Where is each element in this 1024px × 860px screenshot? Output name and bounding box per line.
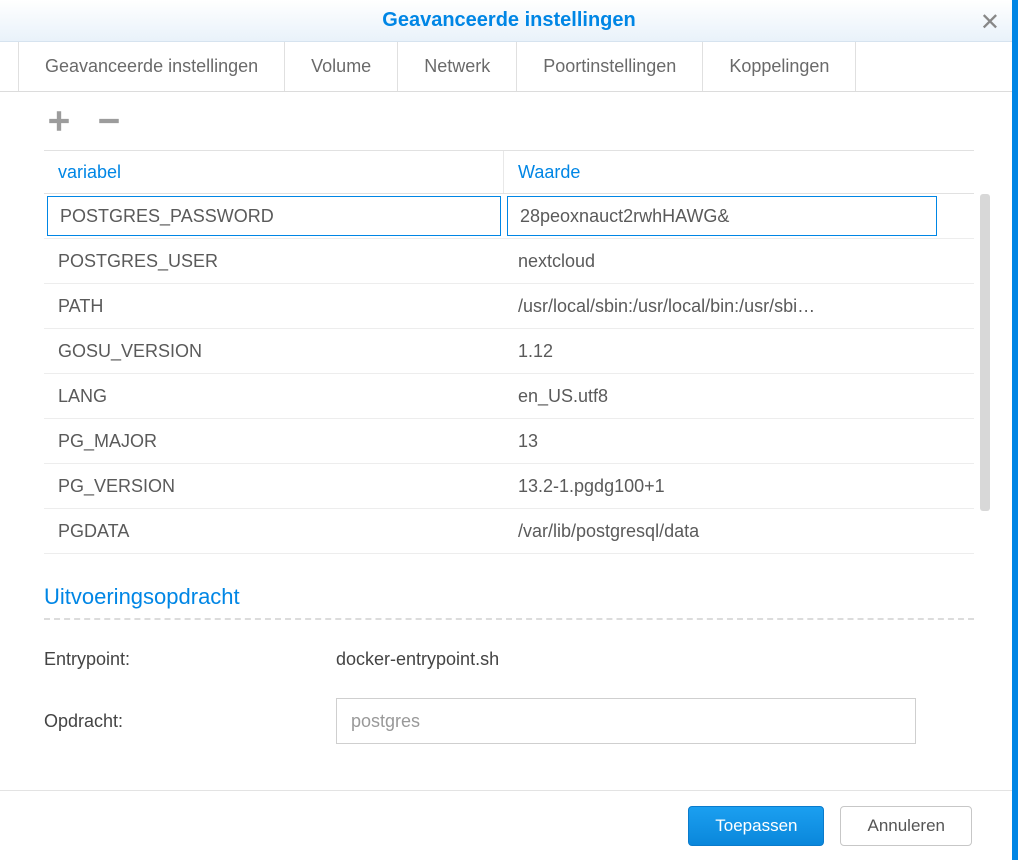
table-row[interactable]: POSTGRES_PASSWORD 28peoxnauct2rwhHAWG& — [44, 194, 974, 239]
entrypoint-value: docker-entrypoint.sh — [336, 649, 499, 670]
entrypoint-label: Entrypoint: — [44, 649, 336, 670]
tab-label: Volume — [311, 56, 371, 77]
dialog-header: Geavanceerde instellingen ✕ — [0, 0, 1018, 42]
cell-variable: PG_VERSION — [44, 476, 504, 497]
tab-network[interactable]: Netwerk — [398, 42, 517, 91]
button-label: Toepassen — [715, 816, 797, 836]
cell-value: 1.12 — [504, 341, 974, 362]
button-label: Annuleren — [867, 816, 945, 836]
cell-value: /var/lib/postgresql/data — [504, 521, 974, 542]
cell-value: nextcloud — [504, 251, 974, 272]
cancel-button[interactable]: Annuleren — [840, 806, 972, 846]
table-row[interactable]: LANG en_US.utf8 — [44, 374, 974, 419]
divider — [44, 618, 974, 620]
table-row[interactable]: PG_MAJOR 13 — [44, 419, 974, 464]
tab-links[interactable]: Koppelingen — [703, 42, 856, 91]
cell-variable[interactable]: POSTGRES_PASSWORD — [47, 196, 501, 236]
add-button[interactable] — [44, 106, 74, 136]
remove-button[interactable] — [94, 106, 124, 136]
cell-variable: PGDATA — [44, 521, 504, 542]
command-label: Opdracht: — [44, 711, 336, 732]
table-row[interactable]: PATH /usr/local/sbin:/usr/local/bin:/usr… — [44, 284, 974, 329]
cell-value[interactable]: 28peoxnauct2rwhHAWG& — [507, 196, 937, 236]
cell-variable: POSTGRES_USER — [44, 251, 504, 272]
table-row[interactable]: GOSU_VERSION 1.12 — [44, 329, 974, 374]
scrollbar-thumb[interactable] — [980, 194, 990, 511]
cell-value: 13 — [504, 431, 974, 452]
minus-icon — [96, 108, 122, 134]
table-row[interactable]: PG_VERSION 13.2-1.pgdg100+1 — [44, 464, 974, 509]
command-row: Opdracht: — [44, 698, 974, 744]
tab-advanced-settings[interactable]: Geavanceerde instellingen — [18, 42, 285, 91]
apply-button[interactable]: Toepassen — [688, 806, 824, 846]
dialog-footer: Toepassen Annuleren — [0, 790, 1012, 860]
tab-port-settings[interactable]: Poortinstellingen — [517, 42, 703, 91]
cell-variable: PATH — [44, 296, 504, 317]
entrypoint-row: Entrypoint: docker-entrypoint.sh — [44, 638, 974, 680]
tab-label: Poortinstellingen — [543, 56, 676, 77]
tab-bar: Geavanceerde instellingen Volume Netwerk… — [0, 42, 1018, 92]
cell-value: en_US.utf8 — [504, 386, 974, 407]
cell-value: 13.2-1.pgdg100+1 — [504, 476, 974, 497]
cell-variable: PG_MAJOR — [44, 431, 504, 452]
cell-variable: GOSU_VERSION — [44, 341, 504, 362]
table-header: variabel Waarde — [44, 150, 974, 194]
tab-label: Koppelingen — [729, 56, 829, 77]
table-row[interactable]: POSTGRES_USER nextcloud — [44, 239, 974, 284]
dialog-title: Geavanceerde instellingen — [382, 9, 635, 32]
tab-label: Geavanceerde instellingen — [45, 56, 258, 77]
scrollbar[interactable] — [980, 194, 990, 554]
section-execution-command: Uitvoeringsopdracht — [44, 584, 974, 610]
col-header-variable[interactable]: variabel — [44, 151, 504, 193]
tab-volume[interactable]: Volume — [285, 42, 398, 91]
window-edge — [1012, 0, 1018, 860]
command-input[interactable] — [336, 698, 916, 744]
plus-icon — [46, 108, 72, 134]
col-header-value[interactable]: Waarde — [504, 151, 974, 193]
cell-variable: LANG — [44, 386, 504, 407]
cell-value: /usr/local/sbin:/usr/local/bin:/usr/sbi… — [504, 296, 974, 317]
table-body: POSTGRES_PASSWORD 28peoxnauct2rwhHAWG& P… — [44, 194, 974, 554]
toolbar — [0, 92, 1018, 142]
tab-label: Netwerk — [424, 56, 490, 77]
close-icon[interactable]: ✕ — [980, 8, 1000, 37]
table-row[interactable]: PGDATA /var/lib/postgresql/data — [44, 509, 974, 554]
env-table: variabel Waarde POSTGRES_PASSWORD 28peox… — [44, 150, 974, 554]
